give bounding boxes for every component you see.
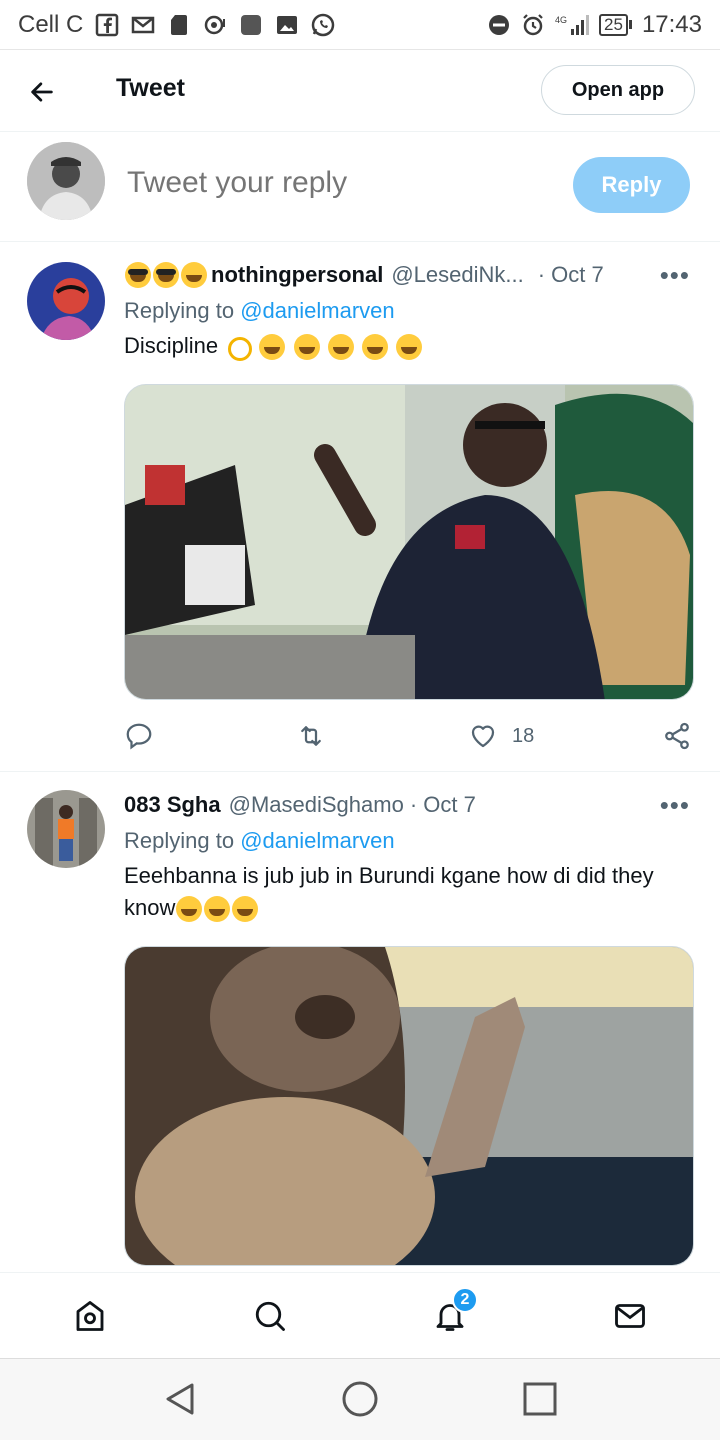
avatar[interactable] [27, 790, 105, 868]
reply-action[interactable] [124, 716, 154, 756]
tweet-actions: 18 [124, 716, 694, 756]
more-options-button[interactable]: ••• [660, 790, 690, 821]
battery-indicator: 25 [599, 13, 632, 36]
author-handle[interactable]: @MasediSghamo [229, 792, 404, 818]
avatar[interactable] [27, 262, 105, 340]
battery-level: 25 [599, 13, 628, 36]
reply-composer: Reply [0, 132, 720, 242]
rofl-emoji-icon [361, 334, 388, 361]
tweet-image[interactable] [124, 384, 694, 700]
page-title: Tweet [116, 74, 185, 102]
home-icon [76, 1301, 104, 1331]
retweet-action[interactable] [296, 716, 326, 756]
nav-home[interactable] [69, 1295, 111, 1337]
author-name[interactable]: nothingpersonal [211, 262, 383, 288]
reply-input[interactable] [127, 166, 547, 200]
nav-search[interactable] [249, 1295, 291, 1337]
comment-icon [126, 723, 152, 750]
sunglasses-emoji-icon [153, 262, 179, 288]
app-icon [239, 13, 263, 37]
square-recents-icon [523, 1382, 557, 1416]
ok-hand-emoji-icon [225, 334, 253, 362]
share-icon [665, 722, 689, 750]
author-name[interactable]: 083 Sgha [124, 792, 221, 818]
nerd-face-emoji-icon [125, 262, 151, 288]
rofl-emoji-icon [293, 334, 320, 361]
carrier-label: Cell C [18, 10, 84, 38]
whatsapp-icon [311, 13, 335, 37]
hotspot-icon [203, 13, 227, 37]
mail-icon [131, 13, 155, 37]
rofl-emoji-icon [176, 896, 203, 923]
status-bar: Cell C 4G 25 17:43 [0, 0, 720, 50]
open-app-button[interactable]: Open app [541, 65, 695, 115]
heart-icon [471, 725, 495, 748]
shushing-face-emoji-icon [181, 262, 207, 288]
replying-to-label: Replying to [124, 828, 235, 853]
like-count: 18 [512, 724, 535, 747]
top-bar: Tweet Open app [0, 50, 720, 132]
sd-card-icon [167, 13, 191, 37]
signal-icon: 4G [555, 13, 590, 37]
system-navigation-bar [0, 1358, 720, 1440]
gallery-icon [275, 13, 299, 37]
circle-home-icon [342, 1381, 378, 1417]
do-not-disturb-icon [487, 13, 511, 37]
more-options-button[interactable]: ••• [660, 260, 690, 291]
search-icon [255, 1301, 285, 1331]
rofl-emoji-icon [259, 334, 286, 361]
reply-tweet[interactable]: nothingpersonal @LesediNk... · Oct 7 •••… [0, 242, 720, 772]
rofl-emoji-icon [204, 896, 231, 923]
rofl-emoji-icon [327, 334, 354, 361]
network-type: 4G [555, 15, 567, 25]
share-action[interactable] [662, 716, 692, 756]
rofl-emoji-icon [395, 334, 422, 361]
rofl-emoji-icon [232, 896, 259, 923]
arrow-left-icon [31, 82, 53, 102]
notifications-badge: 2 [452, 1287, 478, 1313]
triangle-back-icon [166, 1383, 194, 1415]
envelope-icon [615, 1304, 645, 1328]
reply-button[interactable]: Reply [573, 157, 690, 213]
reply-tweet[interactable]: 083 Sgha @MasediSghamo · Oct 7 ••• Reply… [0, 772, 720, 1272]
like-action[interactable]: 18 [468, 716, 534, 756]
nav-messages[interactable] [609, 1295, 651, 1337]
back-button[interactable] [22, 72, 62, 112]
replying-to-label: Replying to [124, 298, 235, 323]
replying-to-link[interactable]: @danielmarven [240, 828, 394, 853]
avatar [27, 142, 105, 220]
clock: 17:43 [641, 10, 702, 38]
replying-to-link[interactable]: @danielmarven [240, 298, 394, 323]
retweet-icon [301, 726, 321, 746]
tweet-image[interactable] [124, 946, 694, 1266]
author-handle[interactable]: @LesediNk... [391, 262, 523, 288]
tweet-date[interactable]: · Oct 7 [538, 262, 604, 288]
alarm-icon [521, 13, 545, 37]
system-home-button[interactable] [340, 1379, 380, 1419]
system-back-button[interactable] [160, 1379, 200, 1419]
tweet-date[interactable]: · Oct 7 [410, 792, 476, 818]
tweet-text: Discipline [124, 333, 219, 358]
system-recents-button[interactable] [520, 1379, 560, 1419]
bottom-navigation: 2 [0, 1272, 720, 1358]
facebook-icon [95, 13, 119, 37]
